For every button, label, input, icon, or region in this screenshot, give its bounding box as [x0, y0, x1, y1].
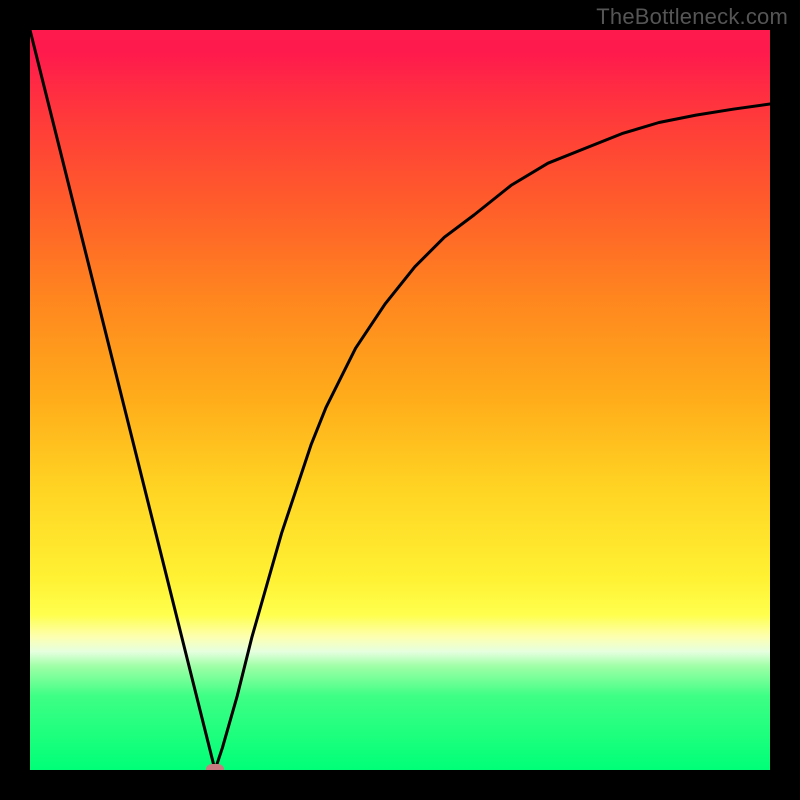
curve-svg: [30, 30, 770, 770]
plot-area: [30, 30, 770, 770]
minimum-marker: [206, 764, 224, 770]
watermark-text: TheBottleneck.com: [596, 4, 788, 30]
chart-frame: TheBottleneck.com: [0, 0, 800, 800]
bottleneck-curve-path: [30, 30, 770, 770]
